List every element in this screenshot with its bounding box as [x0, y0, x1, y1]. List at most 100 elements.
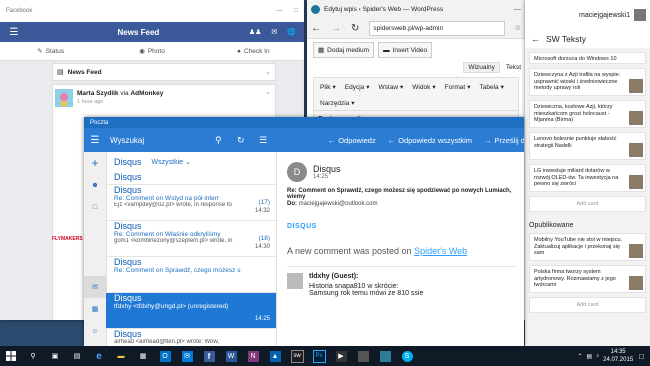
- mail-envelope-icon[interactable]: ✉: [84, 276, 106, 298]
- message-row[interactable]: Disqus: [106, 172, 276, 185]
- action-center-icon[interactable]: □: [639, 352, 644, 361]
- article-title: LG inwestuje miliard dolarów w rozwój OL…: [534, 168, 619, 187]
- filter-icon[interactable]: ☰: [259, 135, 281, 146]
- reply-button[interactable]: ← Odpowiedz: [328, 136, 376, 145]
- refresh-icon[interactable]: ↻: [351, 23, 359, 34]
- calendar-icon[interactable]: ▦: [84, 298, 106, 320]
- onenote-icon[interactable]: N: [242, 346, 264, 366]
- article-card[interactable]: Polska firma tworzy system artydronowy. …: [529, 265, 646, 293]
- news-feed-selector[interactable]: ▤ News Feed ⌄: [52, 63, 276, 81]
- mail-app-icon[interactable]: ✉: [176, 346, 198, 366]
- sw-app-icon[interactable]: sw: [286, 346, 308, 366]
- clock[interactable]: 14:35 24.07.2015: [603, 348, 633, 364]
- article-thumbnail: [629, 79, 643, 93]
- facebook-app-icon[interactable]: f: [198, 346, 220, 366]
- volume-icon[interactable]: ♪: [596, 353, 599, 359]
- chevron-down-icon[interactable]: ⌄: [265, 68, 271, 76]
- article-card[interactable]: Lenovo bolesnie punktuje słabość strateg…: [529, 132, 646, 160]
- status-button[interactable]: ✎ Status: [0, 42, 101, 60]
- article-card[interactable]: Microsoft dorzuca do Windows 10 koszmarn…: [529, 52, 646, 64]
- message-row[interactable]: Disqus Re: Comment on Właśnie odkryliśmy g…: [106, 221, 276, 257]
- menu-item[interactable]: Widok: [412, 84, 430, 91]
- photoshop-icon[interactable]: Ps: [308, 346, 330, 366]
- username[interactable]: maciejgajewski1: [579, 12, 630, 19]
- article-card[interactable]: Dziewiczna, kozłowe Azji, którzy mieszka…: [529, 100, 646, 128]
- load-more-button[interactable]: Add card: [529, 196, 646, 212]
- file-explorer-icon[interactable]: ▤: [66, 346, 88, 366]
- friends-icon[interactable]: ♟♟: [249, 28, 262, 36]
- load-more-button[interactable]: Add card: [529, 297, 646, 313]
- app-icon[interactable]: [352, 346, 374, 366]
- edge-browser-icon[interactable]: e: [88, 346, 110, 366]
- menu-item[interactable]: Tabela: [479, 84, 498, 91]
- comment-author: tldxhy (Guest):: [309, 273, 359, 280]
- new-mail-plus-icon[interactable]: +: [84, 152, 106, 174]
- maximize-icon[interactable]: □: [294, 8, 298, 14]
- post-author[interactable]: Marta Szydlik: [77, 90, 119, 97]
- tab-visual[interactable]: Wizualny: [463, 61, 500, 73]
- outlook-icon[interactable]: O: [154, 346, 176, 366]
- menu-tools[interactable]: Narzędzia: [320, 100, 349, 107]
- skype-icon[interactable]: S: [396, 346, 418, 366]
- search-icon[interactable]: ⚲: [215, 135, 237, 146]
- message-row[interactable]: Disqus Re: Comment on Wstyd na pół interr…: [106, 185, 276, 221]
- sync-icon[interactable]: ↻: [237, 135, 259, 146]
- forward-button[interactable]: →Prześlij dalej: [484, 136, 524, 145]
- message-row[interactable]: Disqus Re: Comment on Sprawdź, czego może…: [106, 257, 276, 293]
- address-bar[interactable]: spidersweb.pl/wp-admin: [369, 20, 505, 36]
- article-card[interactable]: Dziewczyna z Azji trafiła na wyspie: usp…: [529, 68, 646, 96]
- tab-text[interactable]: Tekst: [506, 64, 521, 71]
- media-player-icon[interactable]: ▶: [330, 346, 352, 366]
- forward-arrow-icon[interactable]: →: [331, 23, 341, 34]
- message-row[interactable]: Disqus tfdxhy <tfdxhy@uhgd.pl> (unregiste…: [106, 293, 276, 329]
- message-row[interactable]: Disqus airhead <airhead@tlen.pl> wrote: W…: [106, 329, 276, 346]
- photo-button[interactable]: ◉ Photo: [101, 42, 202, 60]
- search-box[interactable]: Wyszukaj: [106, 136, 215, 145]
- minimize-icon[interactable]: —: [514, 6, 521, 13]
- photos-app-icon[interactable]: [374, 346, 396, 366]
- favorites-star-icon[interactable]: ☆: [515, 24, 521, 32]
- store-icon[interactable]: ▦: [132, 346, 154, 366]
- post-app[interactable]: AdMonkey: [130, 90, 163, 97]
- search-icon[interactable]: ⚲: [22, 346, 44, 366]
- task-view-icon[interactable]: ▣: [44, 346, 66, 366]
- reply-all-button[interactable]: ← Odpowiedz wszystkim: [388, 136, 472, 145]
- wordpress-icon: [311, 4, 320, 14]
- accounts-person-icon[interactable]: ☻: [84, 174, 106, 196]
- site-link[interactable]: Spider's Web: [414, 246, 467, 256]
- insert-video-button[interactable]: ▬ Insert Video: [378, 42, 433, 58]
- sender-name: Disqus: [313, 164, 341, 174]
- feedback-icon[interactable]: ☺: [84, 320, 106, 342]
- article-card[interactable]: LG inwestuje miliard dolarów w rozwój OL…: [529, 164, 646, 192]
- add-media-button[interactable]: ▦ Dodaj medium: [313, 42, 375, 58]
- menu-item[interactable]: Format: [445, 84, 466, 91]
- menu-item[interactable]: Wstaw: [379, 84, 399, 91]
- avatar[interactable]: [634, 9, 646, 21]
- folders-icon[interactable]: □: [84, 196, 106, 218]
- tray-chevron-icon[interactable]: ⌃: [577, 353, 582, 360]
- hamburger-menu-icon[interactable]: ☰: [84, 135, 106, 146]
- photos-icon[interactable]: ▲: [264, 346, 286, 366]
- network-icon[interactable]: ▤: [586, 353, 592, 360]
- message-subject: Re: Comment on Wstyd na pół interr: [114, 195, 220, 202]
- back-arrow-icon[interactable]: ←: [311, 23, 321, 34]
- back-arrow-icon[interactable]: ←: [531, 34, 540, 44]
- article-title: Microsoft dorzuca do Windows 10 koszmarn…: [534, 56, 617, 61]
- tab-title[interactable]: Edytuj wpis ‹ Spider's Web — WordPress: [324, 6, 444, 13]
- messages-icon[interactable]: ✉: [271, 28, 277, 36]
- author-avatar[interactable]: [55, 89, 73, 107]
- post-options-chevron-icon[interactable]: ⌄: [265, 88, 271, 96]
- edit-icon: ✎: [37, 48, 43, 55]
- page-title: News Feed: [117, 27, 160, 37]
- menu-item[interactable]: Edycja: [345, 84, 365, 91]
- article-card[interactable]: Mobilny YouTube nie stoi w miejscu. Zakt…: [529, 233, 646, 261]
- menu-item[interactable]: Plik: [320, 84, 330, 91]
- word-icon[interactable]: W: [220, 346, 242, 366]
- hamburger-menu-icon[interactable]: ☰: [0, 27, 28, 38]
- filter-dropdown[interactable]: Wszystkie ⌄: [152, 158, 191, 166]
- start-windows-icon[interactable]: [0, 346, 22, 366]
- checkin-button[interactable]: ● Check In: [203, 42, 304, 60]
- minimize-icon[interactable]: —: [276, 8, 282, 14]
- notifications-icon[interactable]: 🌐: [287, 28, 296, 36]
- folder-icon[interactable]: ▬: [110, 346, 132, 366]
